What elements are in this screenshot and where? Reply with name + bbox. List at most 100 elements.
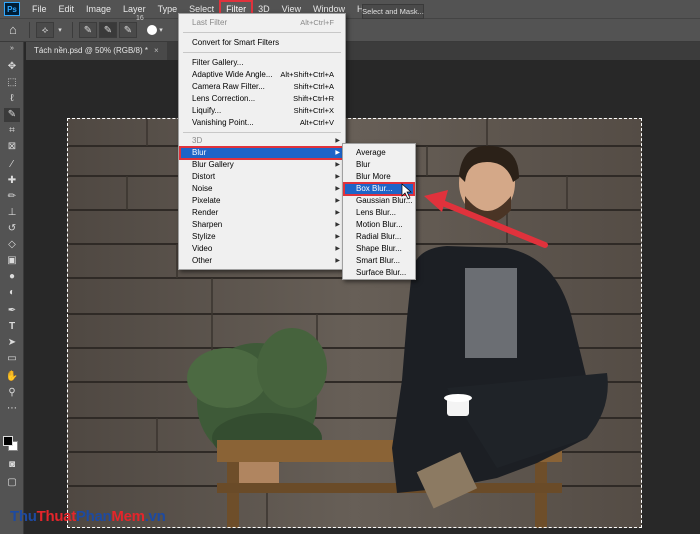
- add-to-selection-icon[interactable]: ✎: [99, 22, 117, 38]
- healing-brush-tool-icon[interactable]: ✚: [4, 174, 20, 188]
- chevron-right-icon: ▶: [335, 186, 340, 192]
- type-tool-icon[interactable]: T: [4, 320, 20, 334]
- menu-file[interactable]: File: [26, 1, 53, 17]
- menu-item-label: Liquify...: [192, 106, 222, 115]
- menu-item-label: Sharpen: [192, 220, 223, 229]
- menu-item-blur-gallery[interactable]: Blur Gallery ▶: [180, 159, 344, 171]
- menu-item-label: Noise: [192, 184, 213, 193]
- clone-stamp-tool-icon[interactable]: ⊥: [4, 206, 20, 220]
- menu-item-liquify[interactable]: Liquify... Shift+Ctrl+X: [180, 105, 344, 117]
- menu-item-motion-blur[interactable]: Motion Blur...: [344, 219, 414, 231]
- eyedropper-tool-icon[interactable]: ⁄: [4, 158, 20, 172]
- brush-tool-icon[interactable]: ✏: [4, 190, 20, 204]
- more-tools-icon[interactable]: ⋯: [4, 402, 20, 416]
- foreground-color-swatch[interactable]: [3, 436, 13, 446]
- lasso-tool-icon[interactable]: ℓ: [4, 92, 20, 106]
- menu-item-lens-correction[interactable]: Lens Correction... Shift+Ctrl+R: [180, 93, 344, 105]
- pen-tool-icon[interactable]: ✒: [4, 304, 20, 318]
- menu-item-lens-blur[interactable]: Lens Blur...: [344, 207, 414, 219]
- select-and-mask-button[interactable]: Select and Mask...: [362, 4, 424, 19]
- brush-size-value: 16: [136, 15, 144, 22]
- menu-item-label: Last Filter: [192, 18, 228, 27]
- menu-item-average[interactable]: Average: [344, 147, 414, 159]
- menu-item-label: Vanishing Point...: [192, 118, 254, 127]
- menu-item-filter-gallery[interactable]: Filter Gallery...: [180, 57, 344, 69]
- menu-item-radial-blur[interactable]: Radial Blur...: [344, 231, 414, 243]
- menu-item-label: Convert for Smart Filters: [192, 38, 280, 47]
- menu-item-label: Video: [192, 244, 213, 253]
- collapse-icon[interactable]: »: [4, 42, 20, 56]
- watermark-part: Mem: [111, 508, 145, 525]
- shape-tool-icon[interactable]: ▭: [4, 352, 20, 366]
- menu-item-surface-blur[interactable]: Surface Blur...: [344, 267, 414, 279]
- quick-selection-tool-preset-icon[interactable]: ⟡: [36, 22, 54, 38]
- gradient-tool-icon[interactable]: ▣: [4, 254, 20, 268]
- menu-item-blur[interactable]: Blur ▶: [179, 146, 345, 160]
- menu-item-blur[interactable]: Blur: [344, 159, 414, 171]
- chevron-down-icon[interactable]: ▾: [157, 22, 165, 38]
- menu-item-smart-blur[interactable]: Smart Blur...: [344, 255, 414, 267]
- menu-item-render[interactable]: Render ▶: [180, 207, 344, 219]
- blur-submenu: Average Blur Blur More Box Blur... Gauss…: [342, 143, 416, 280]
- chevron-down-icon[interactable]: ▾: [56, 22, 64, 38]
- menu-edit[interactable]: Edit: [53, 1, 81, 17]
- menu-item-last-filter[interactable]: Last Filter Alt+Ctrl+F: [180, 17, 344, 29]
- close-icon[interactable]: ×: [154, 46, 159, 55]
- menu-item-box-blur[interactable]: Box Blur...: [343, 182, 415, 196]
- move-tool-icon[interactable]: ✥: [4, 60, 20, 74]
- brush-size-icon[interactable]: [147, 25, 157, 35]
- document-tab[interactable]: Tách nền.psd @ 50% (RGB/8) * ×: [26, 42, 167, 60]
- history-brush-tool-icon[interactable]: ↺: [4, 222, 20, 236]
- path-selection-tool-icon[interactable]: ➤: [4, 336, 20, 350]
- menu-item-shortcut: Shift+Ctrl+X: [293, 106, 334, 115]
- photoshop-logo-icon: Ps: [4, 2, 20, 16]
- menu-item-adaptive-wide-angle[interactable]: Adaptive Wide Angle... Alt+Shift+Ctrl+A: [180, 69, 344, 81]
- chevron-right-icon: ▶: [335, 222, 340, 228]
- eraser-tool-icon[interactable]: ◇: [4, 238, 20, 252]
- menu-item-pixelate[interactable]: Pixelate ▶: [180, 195, 344, 207]
- menu-item-gaussian-blur[interactable]: Gaussian Blur...: [344, 195, 414, 207]
- menu-item-video[interactable]: Video ▶: [180, 243, 344, 255]
- menu-separator: [183, 32, 341, 33]
- marquee-tool-icon[interactable]: ⬚: [4, 76, 20, 90]
- menu-separator: [183, 52, 341, 53]
- watermark-part: Phan: [75, 508, 112, 525]
- menu-item-label: Lens Correction...: [192, 94, 256, 103]
- crop-tool-icon[interactable]: ⌗: [4, 124, 20, 138]
- blur-tool-icon[interactable]: ●: [4, 270, 20, 284]
- menu-item-shortcut: Alt+Shift+Ctrl+A: [280, 70, 334, 79]
- options-divider: [29, 22, 30, 38]
- filter-menu: Last Filter Alt+Ctrl+F Convert for Smart …: [178, 13, 346, 270]
- subtract-from-selection-icon[interactable]: ✎: [119, 22, 137, 38]
- dodge-tool-icon[interactable]: ◐: [4, 286, 20, 300]
- quick-selection-tool-icon[interactable]: ✎: [4, 108, 20, 122]
- menu-item-label: Camera Raw Filter...: [192, 82, 265, 91]
- zoom-tool-icon[interactable]: ⚲: [4, 386, 20, 400]
- hand-tool-icon[interactable]: ✋: [4, 370, 20, 384]
- chevron-right-icon: ▶: [335, 210, 340, 216]
- frame-tool-icon[interactable]: ⊠: [4, 140, 20, 154]
- menu-item-label: Adaptive Wide Angle...: [192, 70, 273, 79]
- quick-mask-icon[interactable]: ◙: [4, 458, 20, 472]
- menu-item-3d[interactable]: 3D ▶: [180, 135, 344, 147]
- menu-item-noise[interactable]: Noise ▶: [180, 183, 344, 195]
- chevron-right-icon: ▶: [335, 258, 340, 264]
- new-selection-icon[interactable]: ✎: [79, 22, 97, 38]
- menu-item-stylize[interactable]: Stylize ▶: [180, 231, 344, 243]
- menu-item-shortcut: Alt+Ctrl+F: [300, 18, 334, 27]
- document-tab-bar: Tách nền.psd @ 50% (RGB/8) * ×: [26, 42, 700, 60]
- menu-image[interactable]: Image: [80, 1, 117, 17]
- menu-item-shortcut: Shift+Ctrl+A: [293, 82, 334, 91]
- menu-item-shape-blur[interactable]: Shape Blur...: [344, 243, 414, 255]
- menu-item-other[interactable]: Other ▶: [180, 255, 344, 267]
- menu-item-distort[interactable]: Distort ▶: [180, 171, 344, 183]
- menu-item-vanishing-point[interactable]: Vanishing Point... Alt+Ctrl+V: [180, 117, 344, 129]
- menu-item-camera-raw-filter[interactable]: Camera Raw Filter... Shift+Ctrl+A: [180, 81, 344, 93]
- menu-layer[interactable]: Layer: [117, 1, 152, 17]
- menu-item-sharpen[interactable]: Sharpen ▶: [180, 219, 344, 231]
- menu-item-blur-more[interactable]: Blur More: [344, 171, 414, 183]
- screen-mode-icon[interactable]: ▢: [4, 476, 20, 490]
- home-icon[interactable]: ⌂: [9, 23, 23, 37]
- menu-item-convert-smart-filters[interactable]: Convert for Smart Filters: [180, 37, 344, 49]
- chevron-right-icon: ▶: [335, 198, 340, 204]
